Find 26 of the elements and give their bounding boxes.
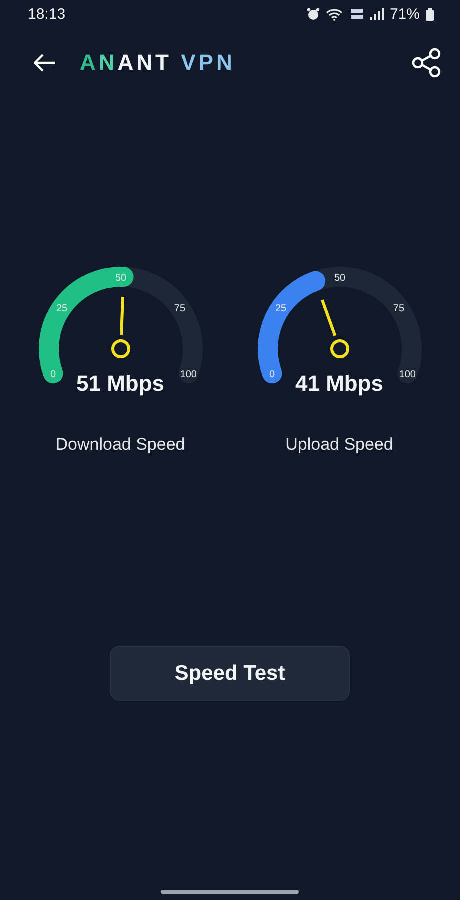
app-title: A N ANT VPN — [80, 50, 236, 76]
tick-label: 100 — [180, 370, 196, 381]
gauge-needle — [320, 300, 349, 358]
tick-label: 100 — [398, 370, 416, 381]
battery-icon — [426, 8, 434, 20]
signal-icon — [370, 8, 384, 20]
tick-label: 75 — [174, 304, 186, 315]
tick-label: 50 — [334, 273, 346, 284]
tick-label: 25 — [56, 304, 68, 315]
gauge-label: Download Speed — [56, 435, 186, 455]
back-button[interactable] — [34, 54, 56, 72]
gauge-needle — [111, 296, 130, 358]
speed-test-button[interactable]: Speed Test — [110, 646, 350, 701]
tick-label: 25 — [274, 304, 286, 315]
gauge-label: Upload Speed — [286, 435, 394, 455]
battery-percent: 71% — [390, 6, 420, 22]
tick-label: 75 — [392, 304, 404, 315]
speed-value: 41 Mbps — [295, 371, 384, 397]
status-time: 18:13 — [28, 6, 66, 22]
tick-label: 50 — [114, 273, 126, 284]
tick-label: 0 — [269, 370, 275, 381]
tick-label: 0 — [50, 370, 56, 381]
share-icon[interactable] — [412, 48, 442, 78]
speed-value: 51 Mbps — [76, 371, 165, 397]
alarm-icon — [306, 8, 320, 20]
wifi-icon — [326, 8, 344, 20]
